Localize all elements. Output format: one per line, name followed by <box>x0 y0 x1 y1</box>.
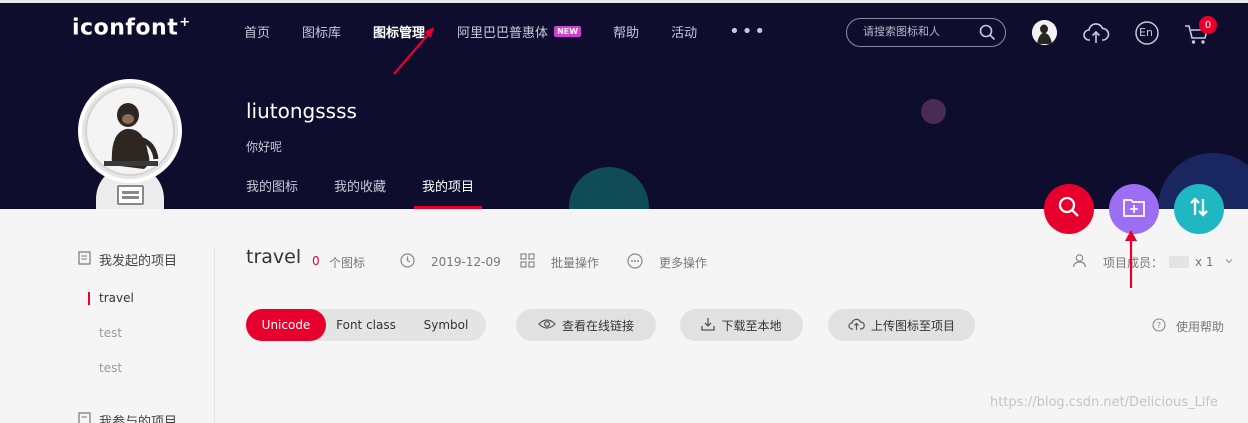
batch-operation-button[interactable]: 批量操作 <box>520 253 599 271</box>
watermark: https://blog.csdn.net/Delicious_Life <box>990 395 1218 410</box>
icon-count: 0 <box>312 254 320 268</box>
folder-add-icon <box>1122 196 1146 222</box>
sidebar-project-travel[interactable]: travel <box>99 291 134 305</box>
magnifier-icon <box>1058 196 1080 222</box>
joined-document-icon <box>78 411 92 423</box>
upload-cloud-icon[interactable] <box>1082 19 1110 47</box>
sort-arrows-icon <box>1188 196 1210 222</box>
project-title: travel <box>246 246 302 268</box>
user-icon <box>1072 253 1095 271</box>
main-nav: 首页 图标库 图标管理 阿里巴巴普惠体 NEW 帮助 活动 ••• <box>244 22 767 41</box>
id-card-icon <box>117 185 144 205</box>
decor-blob-purple <box>921 99 946 124</box>
profile-avatar <box>78 79 182 183</box>
view-online-link-button[interactable]: 查看在线链接 <box>516 309 656 341</box>
segment-unicode[interactable]: Unicode <box>246 309 326 341</box>
nav-item-puhuiti-label: 阿里巴巴普惠体 <box>457 26 549 41</box>
cart-count-badge: 0 <box>1199 16 1217 34</box>
members-count: x 1 <box>1195 255 1214 269</box>
more-operations-button[interactable]: 更多操作 <box>627 253 707 272</box>
sidebar-divider <box>214 248 215 423</box>
member-avatar-small <box>1169 256 1190 268</box>
grid-icon <box>520 253 543 271</box>
download-local-button[interactable]: 下载至本地 <box>680 309 803 341</box>
segment-symbol[interactable]: Symbol <box>406 309 486 341</box>
language-label: En <box>1139 26 1153 39</box>
batch-operation-label: 批量操作 <box>551 255 600 270</box>
new-badge: NEW <box>554 26 582 37</box>
search-input[interactable] <box>863 25 978 38</box>
search-icon[interactable] <box>979 24 996 41</box>
clock-icon <box>400 253 423 271</box>
logo-text: iconfont <box>72 15 179 41</box>
search-projects-button[interactable] <box>1044 184 1094 234</box>
svg-text:?: ? <box>1157 321 1161 330</box>
sidebar-project-test-1[interactable]: test <box>99 326 122 340</box>
help-circle-icon: ? <box>1152 318 1174 335</box>
user-avatar[interactable] <box>1032 20 1057 45</box>
tab-my-favorites[interactable]: 我的收藏 <box>334 176 386 209</box>
joined-projects-label: 我参与的项目 <box>99 415 178 423</box>
new-project-button[interactable] <box>1109 184 1159 234</box>
nav-item-icon-library[interactable]: 图标库 <box>302 22 341 41</box>
created-projects-label: 我发起的项目 <box>99 254 178 269</box>
project-date-text: 2019-12-09 <box>431 255 501 269</box>
members-label: 项目成员： <box>1103 255 1164 270</box>
top-border <box>0 0 1248 3</box>
usage-help-link[interactable]: ? 使用帮助 <box>1152 318 1224 335</box>
tab-my-icons[interactable]: 我的图标 <box>246 176 298 209</box>
project-members[interactable]: 项目成员： x 1 <box>1072 253 1242 271</box>
more-dots-icon <box>627 253 651 272</box>
upload-icons-button[interactable]: 上传图标至项目 <box>828 309 975 341</box>
nav-item-icon-management[interactable]: 图标管理 <box>373 22 425 41</box>
search-box <box>846 18 1006 47</box>
cloud-upload-icon <box>848 317 871 334</box>
profile-username: liutongssss <box>246 99 357 123</box>
tab-my-projects[interactable]: 我的项目 <box>414 176 483 209</box>
header: iconfont+ 首页 图标库 图标管理 阿里巴巴普惠体 NEW 帮助 活动 … <box>0 0 1248 209</box>
profile-bio: 你好呢 <box>246 140 283 154</box>
more-operations-label: 更多操作 <box>659 256 708 270</box>
edit-document-icon <box>78 250 92 269</box>
iconfont-logo[interactable]: iconfont+ <box>72 15 191 40</box>
segment-font-class[interactable]: Font class <box>326 309 406 341</box>
format-segmented-control: Unicode Font class Symbol <box>246 309 486 341</box>
more-nav-button[interactable]: ••• <box>729 22 767 40</box>
logo-mark: + <box>179 15 191 30</box>
decor-blob-teal <box>569 167 649 209</box>
download-local-label: 下载至本地 <box>721 318 782 333</box>
nav-item-activity[interactable]: 活动 <box>671 22 697 41</box>
chevron-down-icon <box>1224 255 1242 269</box>
upload-icons-label: 上传图标至项目 <box>870 318 955 333</box>
nav-item-help[interactable]: 帮助 <box>613 22 639 41</box>
icon-count-label: 个图标 <box>329 256 366 270</box>
active-project-marker <box>88 292 90 305</box>
eye-icon <box>538 318 562 333</box>
sort-projects-button[interactable] <box>1174 184 1224 234</box>
profile-tabs: 我的图标 我的收藏 我的项目 <box>246 176 510 209</box>
created-projects-heading: 我发起的项目 <box>78 250 177 269</box>
nav-item-puhuiti[interactable]: 阿里巴巴普惠体 NEW <box>457 22 582 41</box>
language-toggle[interactable]: En <box>1134 19 1162 47</box>
usage-help-label: 使用帮助 <box>1176 320 1225 334</box>
project-date: 2019-12-09 <box>400 253 501 271</box>
download-icon <box>701 317 721 334</box>
joined-projects-heading: 我参与的项目 <box>78 411 177 423</box>
view-online-link-label: 查看在线链接 <box>561 318 634 333</box>
nav-item-home[interactable]: 首页 <box>244 22 270 41</box>
sidebar-project-test-2[interactable]: test <box>99 361 122 375</box>
